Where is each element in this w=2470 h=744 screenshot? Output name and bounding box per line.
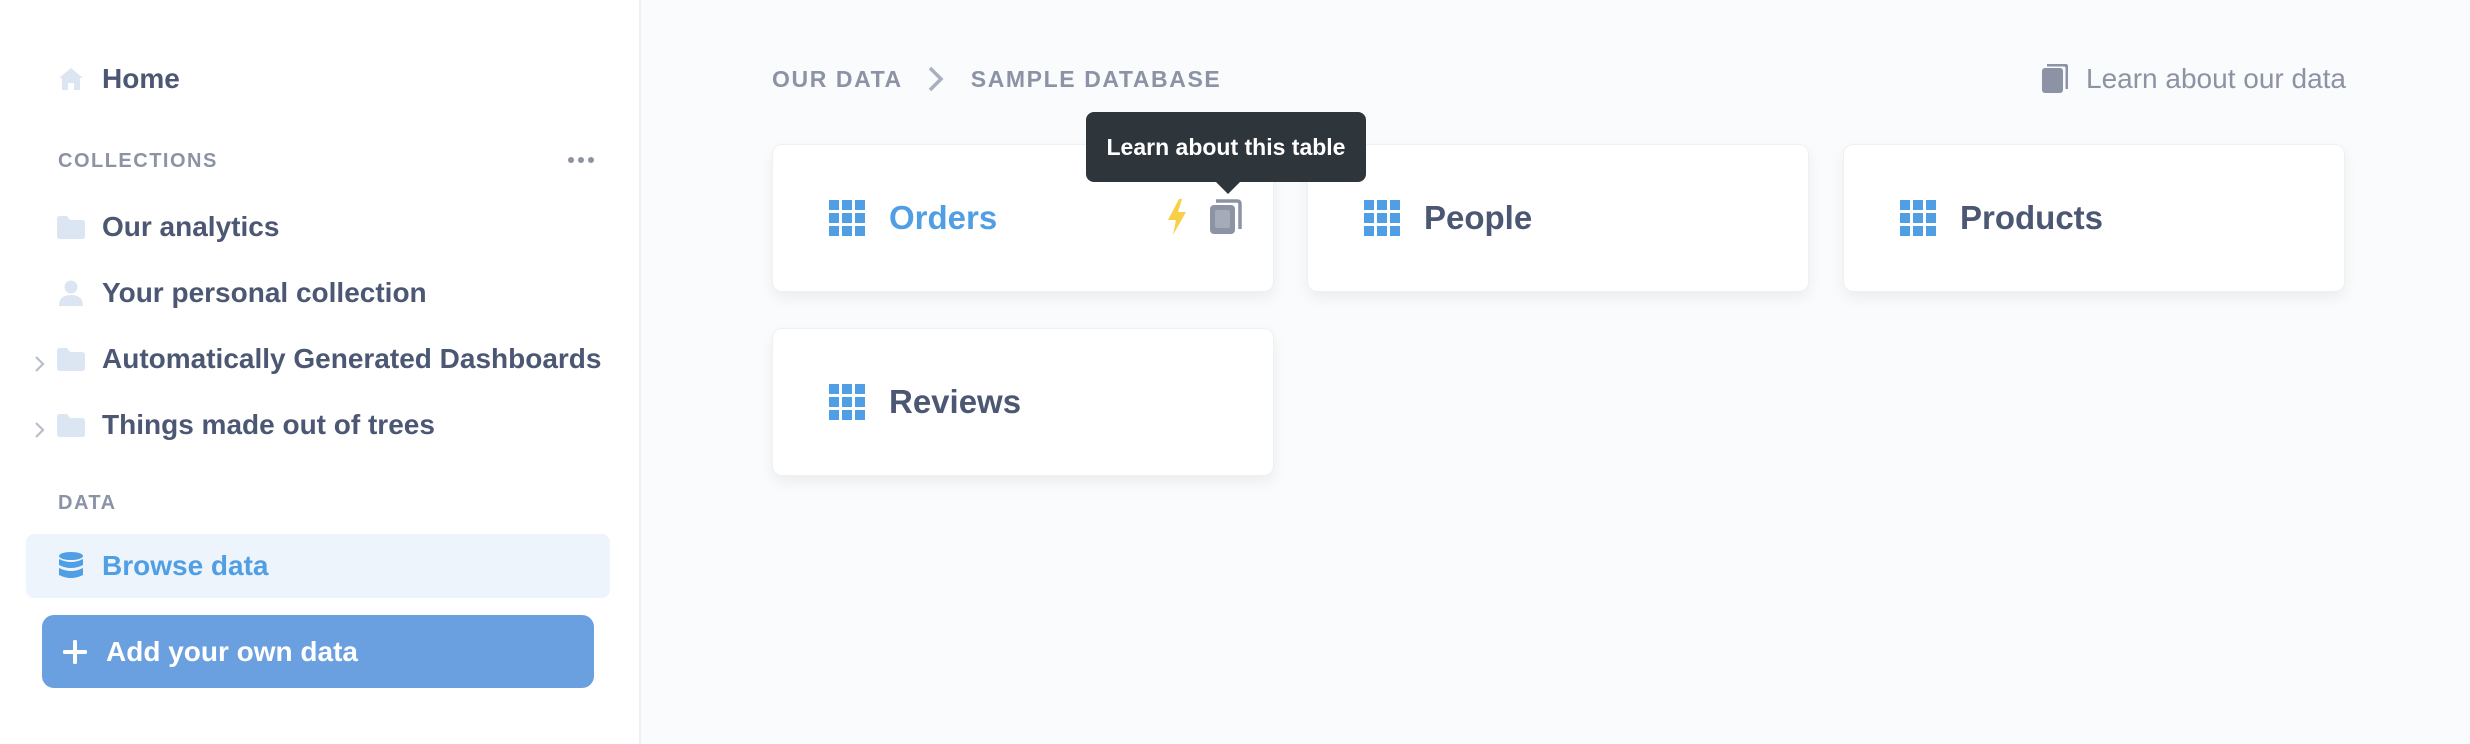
chevron-right-icon <box>925 65 947 93</box>
table-grid-icon <box>829 200 865 236</box>
sidebar: Home COLLECTIONS Our analytics Your pers… <box>0 0 641 744</box>
add-your-own-data-button[interactable]: Add your own data <box>42 615 594 688</box>
breadcrumb: OUR DATA SAMPLE DATABASE <box>772 62 1221 96</box>
table-name: Orders <box>889 199 998 236</box>
tooltip-learn-about-table: Learn about this table <box>1086 112 1366 194</box>
folder-icon <box>56 410 86 440</box>
data-heading: DATA <box>58 492 117 514</box>
table-grid-icon <box>1364 200 1400 236</box>
plus-icon <box>60 637 90 667</box>
table-grid-icon <box>1900 200 1936 236</box>
sidebar-item-label: Home <box>102 63 180 94</box>
table-card-products[interactable]: Products <box>1843 144 2345 292</box>
collections-heading: COLLECTIONS <box>58 150 218 172</box>
table-grid-icon <box>829 384 865 420</box>
home-icon <box>56 64 86 94</box>
breadcrumb-sample-database[interactable]: SAMPLE DATABASE <box>971 66 1222 93</box>
folder-icon <box>56 344 86 374</box>
card-actions <box>1147 197 1243 237</box>
sidebar-item-browse-data[interactable]: Browse data <box>26 534 610 598</box>
sidebar-item-home[interactable]: Home <box>26 47 610 111</box>
table-name: People <box>1424 199 1533 236</box>
table-name: Products <box>1960 199 2104 236</box>
x-ray-bolt-icon[interactable] <box>1159 197 1195 237</box>
sidebar-item-our-analytics[interactable]: Our analytics <box>26 195 610 259</box>
sidebar-item-label: Things made out of trees <box>102 409 435 440</box>
sidebar-item-personal-collection[interactable]: Your personal collection <box>26 261 610 325</box>
folder-icon <box>56 212 86 242</box>
sidebar-item-label: Your personal collection <box>102 277 427 308</box>
sidebar-item-label: Browse data <box>102 550 269 581</box>
person-icon <box>56 278 86 308</box>
sidebar-item-auto-dashboards[interactable]: Automatically Generated Dashboards <box>26 327 610 391</box>
table-card-reviews[interactable]: Reviews <box>772 328 1274 476</box>
reference-book-icon <box>2040 64 2069 94</box>
reference-book-icon[interactable] <box>1207 197 1243 237</box>
learn-link-label: Learn about our data <box>2086 63 2346 94</box>
chevron-right-icon[interactable] <box>30 415 50 438</box>
table-card-people[interactable]: People <box>1307 144 1809 292</box>
database-icon <box>56 551 86 581</box>
more-options-icon[interactable] <box>566 148 596 172</box>
table-name: Reviews <box>889 383 1022 420</box>
sidebar-item-label: Our analytics <box>102 211 280 242</box>
breadcrumb-our-data[interactable]: OUR DATA <box>772 66 903 93</box>
sidebar-item-things-made-of-trees[interactable]: Things made out of trees <box>26 393 610 457</box>
chevron-right-icon[interactable] <box>30 349 50 372</box>
add-data-label: Add your own data <box>106 635 358 667</box>
learn-about-our-data-link[interactable]: Learn about our data <box>2040 60 2346 98</box>
sidebar-item-label: Automatically Generated Dashboards <box>102 343 602 374</box>
